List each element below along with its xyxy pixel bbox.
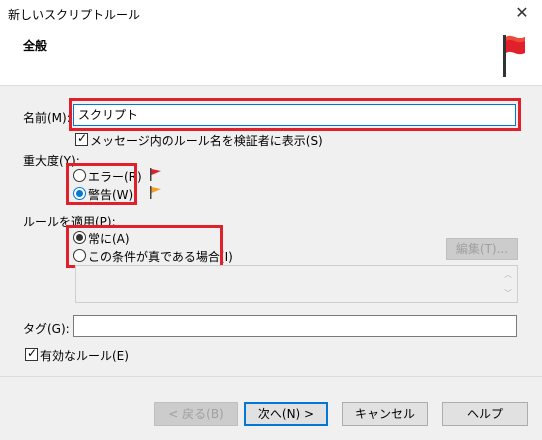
condition-list[interactable]: ︿ ﹀ xyxy=(75,265,518,303)
checkmark-icon: ✓ xyxy=(27,346,38,360)
scroll-up-icon: ︿ xyxy=(504,270,512,279)
apply-highlight-box xyxy=(66,225,223,268)
window-title: 新しいスクリプトルール xyxy=(8,8,141,22)
next-button[interactable]: 次へ(N) > xyxy=(244,402,328,426)
red-flag-icon xyxy=(503,35,525,77)
error-flag-icon xyxy=(150,168,161,181)
close-icon: ✕ xyxy=(515,3,529,22)
validate-checkbox[interactable]: ✓ xyxy=(75,131,88,146)
severity-highlight-box xyxy=(66,163,137,205)
footer-divider xyxy=(0,376,542,377)
cancel-button[interactable]: キャンセル xyxy=(342,402,428,426)
title-bar: 新しいスクリプトルール ✕ xyxy=(0,0,542,28)
page-title: 全般 xyxy=(23,39,48,53)
form-panel: 名前(M): スクリプト ✓ メッセージ内のルール名を検証者に表示(S) 重大度… xyxy=(0,86,542,440)
tag-label: タグ(G): xyxy=(23,322,70,336)
validate-checkbox-label: メッセージ内のルール名を検証者に表示(S) xyxy=(90,134,323,148)
name-label: 名前(M): xyxy=(23,111,71,125)
wizard-header: 全般 xyxy=(0,28,542,86)
close-button[interactable]: ✕ xyxy=(502,0,542,28)
warning-flag-icon xyxy=(150,186,161,199)
name-highlight-box xyxy=(69,98,521,131)
list-scrollbar[interactable]: ︿ ﹀ xyxy=(500,266,517,302)
help-button[interactable]: ヘルプ xyxy=(442,402,528,426)
edit-button[interactable]: 編集(T)... xyxy=(446,238,518,260)
scroll-down-icon: ﹀ xyxy=(504,289,512,298)
back-button[interactable]: < 戻る(B) xyxy=(154,402,238,426)
enabled-checkbox[interactable]: ✓ xyxy=(25,346,38,361)
checkmark-icon: ✓ xyxy=(77,131,88,145)
tag-input[interactable] xyxy=(73,315,517,337)
enabled-checkbox-label: 有効なルール(E) xyxy=(40,349,129,363)
